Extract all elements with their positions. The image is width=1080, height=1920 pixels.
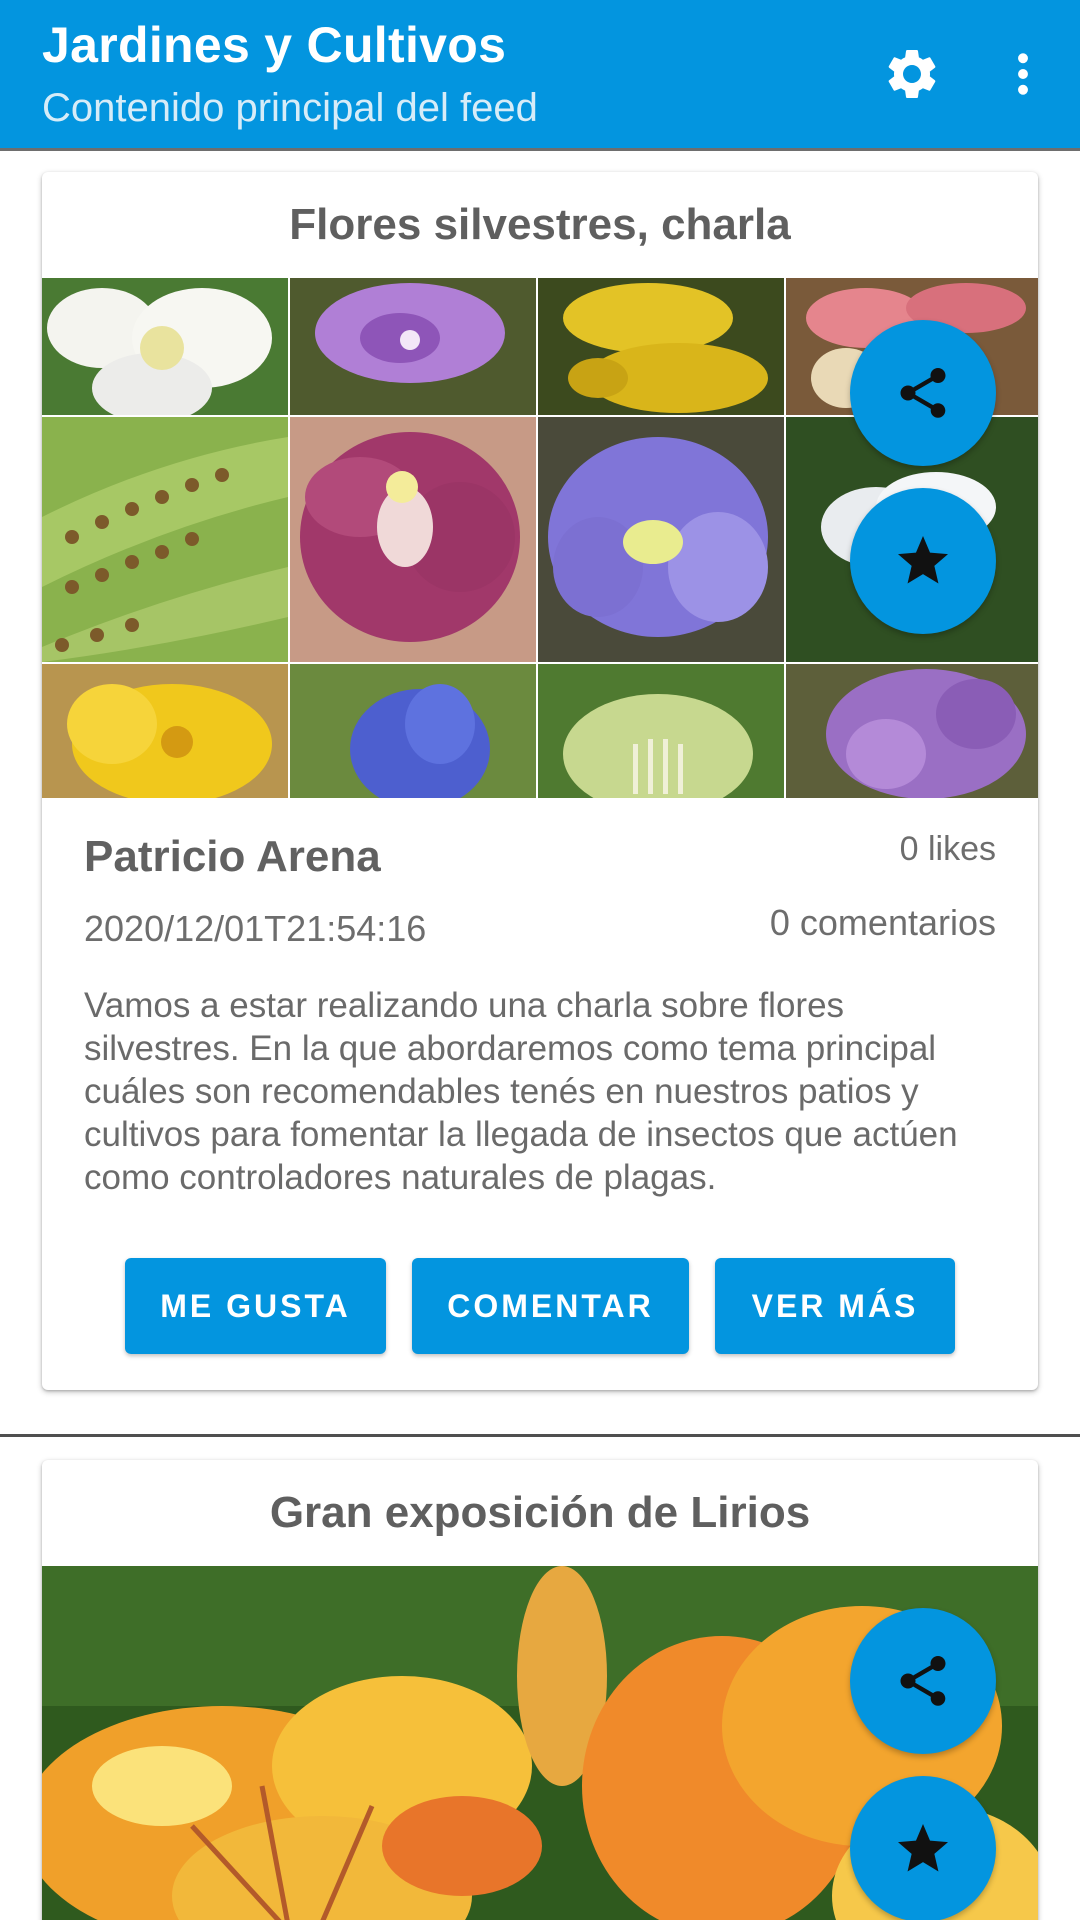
feed-divider [0,1434,1080,1437]
app-title: Jardines y Cultivos [42,17,507,73]
share-icon [900,368,946,418]
post-card: Gran exposición de Lirios [42,1460,1038,1920]
share-icon [900,1656,946,1706]
like-button[interactable]: ME GUSTA [125,1258,386,1354]
likes-count: 0 likes [899,830,996,868]
orchid-magenta-image [290,417,536,662]
star-icon [898,1824,948,1872]
post-description: Vamos a estar realizando una charla sobr… [84,986,958,1197]
post-card: Flores silvestres, charla Patricio Arena… [42,172,1038,1390]
purple-fringed-flower-image [290,278,536,415]
yellow-flower-image [538,278,784,415]
violet-flower-image [538,417,784,662]
see-more-button[interactable]: VER MÁS [715,1258,955,1354]
star-icon [898,536,948,584]
share-button[interactable] [850,320,996,466]
more-vert-icon[interactable] [996,44,1050,104]
fern-spores-image [42,417,288,662]
green-hellebore-image [538,664,784,798]
yellow-poppy-image [42,664,288,798]
post-date: 2020/12/01T21:54:16 [84,908,427,949]
comments-count: 0 comentarios [769,902,996,943]
purple-orchid-spike-image [786,664,1038,798]
favorite-button[interactable] [850,488,996,634]
post-title: Flores silvestres, charla [289,200,791,249]
comment-button[interactable]: COMENTAR [412,1258,689,1354]
share-button[interactable] [850,1608,996,1754]
appbar-divider [0,148,1080,151]
post-author: Patricio Arena [84,832,381,881]
app-subtitle: Contenido principal del feed [42,86,538,130]
blue-bellflower-image [290,664,536,798]
settings-gear-icon[interactable] [882,44,942,104]
white-flower-image [42,278,288,415]
favorite-button[interactable] [850,1776,996,1920]
post-title: Gran exposición de Lirios [269,1488,811,1537]
app-bar: Jardines y Cultivos Contenido principal … [0,0,1080,148]
